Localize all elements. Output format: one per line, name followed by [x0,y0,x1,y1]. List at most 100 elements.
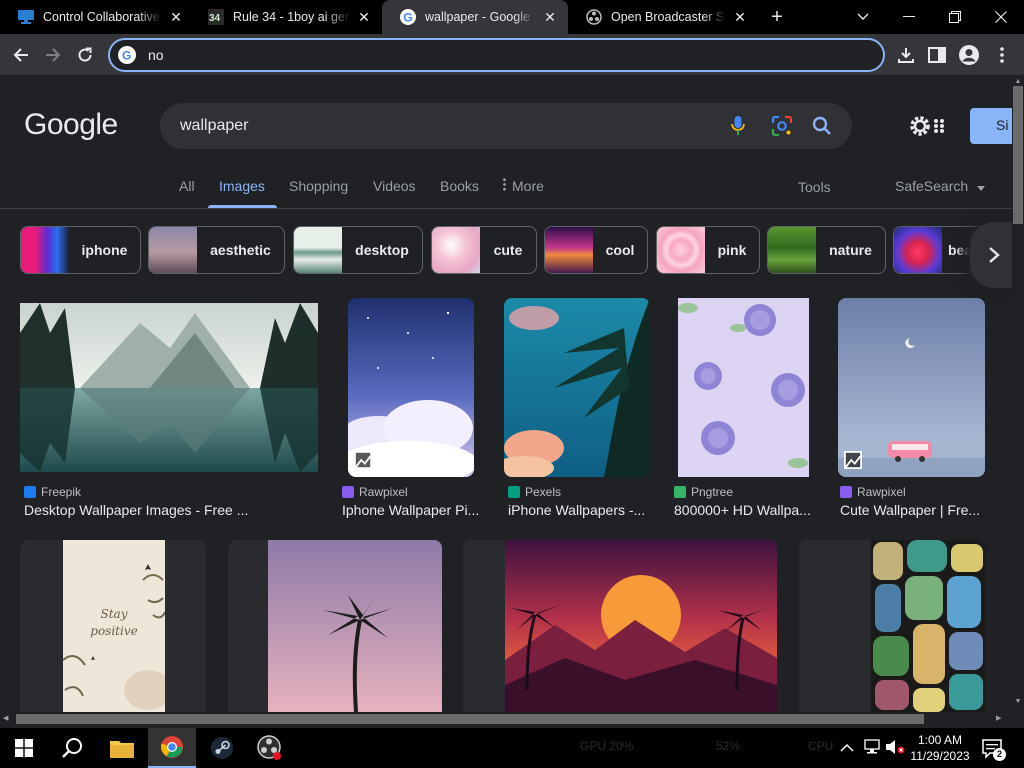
svg-text:G: G [122,49,131,63]
rule34-icon: 34 [208,9,224,25]
result-image-stay-positive-card[interactable]: Stay positive [20,540,206,712]
reload-button[interactable] [72,42,98,68]
result-title[interactable]: 800000+ HD Wallpa... [674,502,814,518]
volume-muted-icon[interactable] [885,739,905,755]
result-image-sunset-mountains-card[interactable] [463,540,777,712]
chip-thumbnail [21,227,69,273]
nav-tab-more[interactable]: More [503,178,544,194]
result-title[interactable]: Desktop Wallpaper Images - Free ... [24,502,314,518]
side-panel-icon[interactable] [925,43,949,67]
chip-thumbnail [768,227,816,273]
close-window-button[interactable] [978,0,1024,34]
file-explorer-button[interactable] [98,728,146,768]
forward-button[interactable] [40,42,66,68]
minimize-button[interactable] [886,0,932,34]
vertical-scroll-thumb[interactable] [1013,86,1023,224]
result-image-mountain-lake[interactable] [20,303,318,472]
result-image-palm-sky[interactable] [504,298,650,477]
clock-time: 1:00 AM [917,733,963,747]
result-source[interactable]: Rawpixel [840,485,906,499]
result-title[interactable]: Cute Wallpaper | Fre... [840,502,990,518]
lens-camera-icon[interactable] [770,114,794,138]
result-source[interactable]: Freepik [24,485,81,499]
result-source[interactable]: Rawpixel [342,485,408,499]
result-title[interactable]: iPhone Wallpapers -... [508,502,648,518]
rawpixel-icon [342,486,354,498]
scroll-right-arrow-icon[interactable]: ▶ [996,714,1006,724]
result-title[interactable]: Iphone Wallpaper Pi... [342,502,482,518]
nav-tab-books[interactable]: Books [440,178,479,194]
obs-taskbar-button[interactable] [246,728,294,768]
search-box[interactable]: wallpaper [160,103,852,149]
google-logo[interactable]: Google [24,108,118,142]
scroll-up-arrow-icon[interactable]: ▲ [1013,78,1023,86]
tray-overflow-chevron-icon[interactable] [840,740,854,754]
microphone-icon[interactable] [726,114,750,138]
tab-obs[interactable]: Open Broadcaster Sof ✕ [568,0,758,34]
new-tab-button[interactable]: + [766,7,788,29]
folder-icon [110,741,134,758]
profile-avatar-icon[interactable] [957,43,981,67]
notification-count-badge: 2 [993,748,1006,761]
result-image-pink-van[interactable] [838,298,985,477]
tray-faint-cpu: CPU [808,739,834,753]
search-query[interactable]: wallpaper [180,117,248,135]
tools-button[interactable]: Tools [798,179,831,195]
address-bar[interactable]: G no [108,38,885,72]
result-image-colorful-stones-card[interactable] [799,540,985,712]
chip-nature[interactable]: nature [767,226,886,274]
tab-control-collaborative[interactable]: Control Collaborative ✕ [0,0,194,34]
taskbar-search-button[interactable] [48,728,96,768]
steam-taskbar-button[interactable] [198,728,246,768]
scroll-left-arrow-icon[interactable]: ◀ [3,714,13,724]
monitor-icon [18,9,34,25]
tab-rule34[interactable]: 34 Rule 34 - 1boy ai gene ✕ [190,0,382,34]
nav-tab-shopping[interactable]: Shopping [289,178,348,194]
tab-wallpaper-google[interactable]: G wallpaper - Google Se ✕ [382,0,568,34]
search-icon[interactable] [810,114,834,138]
horizontal-scroll-thumb[interactable] [16,714,924,724]
notification-center-button[interactable]: 2 [982,738,1006,761]
tab-search-chevron-icon[interactable] [840,0,886,34]
back-button[interactable] [8,42,34,68]
download-icon[interactable] [894,43,918,67]
tab-title: Rule 34 - 1boy ai gene [233,10,350,24]
chip-label: pink [717,242,747,258]
start-button[interactable] [0,728,48,768]
result-source[interactable]: Pexels [508,485,561,499]
windows-logo-icon [15,739,33,757]
google-apps-grid-icon[interactable] [926,118,946,134]
nav-tab-all[interactable]: All [179,178,195,194]
close-icon[interactable]: ✕ [168,9,184,25]
result-source-name: Freepik [41,485,82,499]
chips-next-button[interactable] [970,222,1018,288]
result-image-clouds[interactable] [348,298,474,477]
chip-cool[interactable]: cool [544,226,648,274]
google-icon: G [400,9,416,25]
safesearch-dropdown[interactable]: SafeSearch [895,178,986,194]
close-icon[interactable]: ✕ [542,9,558,25]
scroll-down-arrow-icon[interactable]: ▼ [1013,698,1023,706]
restore-button[interactable] [932,0,978,34]
result-source-name: Rawpixel [857,485,906,499]
taskbar-clock[interactable]: 1:00 AM 11/29/2023 [905,732,975,764]
menu-kebab-icon[interactable] [990,43,1014,67]
chip-pink[interactable]: pink [656,226,760,274]
chip-label: iphone [81,242,128,258]
result-image-blueberries[interactable] [678,298,809,477]
address-bar-value[interactable]: no [148,47,164,63]
chip-desktop[interactable]: desktop [293,226,423,274]
chrome-taskbar-button[interactable] [148,728,196,768]
chip-aesthetic[interactable]: aesthetic [148,226,285,274]
close-icon[interactable]: ✕ [356,9,372,25]
network-icon[interactable] [863,739,881,755]
result-image-palm-silhouette [268,540,442,712]
nav-tab-images[interactable]: Images [219,178,265,194]
search-icon [62,738,82,758]
chip-cute[interactable]: cute [431,226,537,274]
result-source[interactable]: Pngtree [674,485,733,499]
close-icon[interactable]: ✕ [732,9,748,25]
result-image-palm-silhouette-card[interactable] [228,540,442,712]
nav-tab-videos[interactable]: Videos [373,178,416,194]
chip-iphone[interactable]: iphone [20,226,141,274]
